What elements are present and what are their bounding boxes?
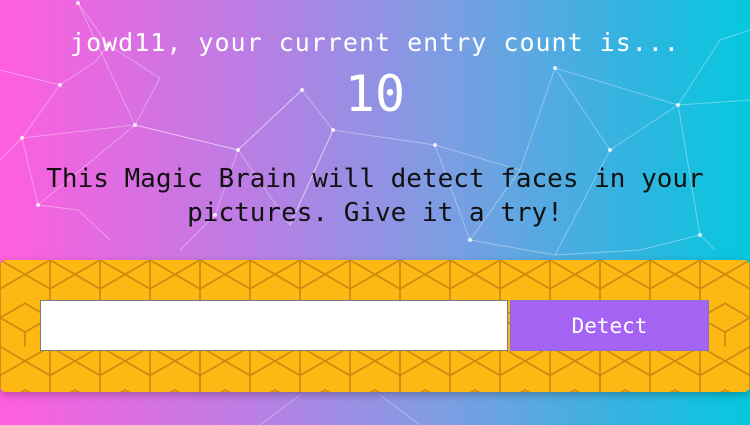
image-link-form-panel: Detect <box>0 260 750 392</box>
detect-button[interactable]: Detect <box>510 300 709 351</box>
image-url-input[interactable] <box>40 300 508 351</box>
entry-count-greeting: jowd11, your current entry count is... <box>70 28 680 57</box>
entry-count-value: 10 <box>344 65 406 123</box>
intro-text: This Magic Brain will detect faces in yo… <box>46 164 704 228</box>
